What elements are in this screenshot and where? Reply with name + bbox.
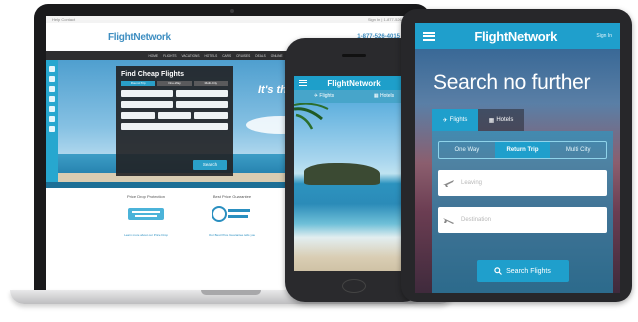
trip-type-selector: One Way Return Trip Multi City (438, 141, 607, 159)
tablet-app-bar: FlightNetwork Sign In (415, 23, 620, 49)
departure-plane-icon (443, 180, 454, 187)
nav-item[interactable]: DEALS (255, 54, 265, 58)
tablet-device: FlightNetwork Sign In Search no further … (401, 9, 632, 302)
form-trip-tabs: Round-Trip One-Way Multi-City (121, 81, 228, 86)
palm-frond-icon (294, 103, 329, 130)
price-drop-badge-icon (128, 208, 164, 220)
hotel-icon: ▦ (488, 117, 495, 124)
from-field[interactable] (121, 90, 173, 97)
trip-one-way[interactable]: One Way (439, 142, 495, 158)
tab-flights-label: Flights (319, 93, 335, 99)
topbar-links[interactable]: Help Contact (52, 16, 75, 23)
best-price-badge-icon (211, 206, 250, 222)
nav-item[interactable]: CARS (222, 54, 231, 58)
tab-flights[interactable]: ✈ Flights (294, 90, 354, 103)
nav-item[interactable]: HOTELS (204, 54, 217, 58)
tab-flights-label: Flights (449, 117, 468, 123)
tab-one-way[interactable]: One-Way (157, 81, 192, 86)
tablet-heading: Search no further (433, 71, 591, 94)
feature-price-drop[interactable]: Price Drop Protection Learn more about o… (114, 194, 178, 237)
feature-caption: Learn more about our Price Drop (124, 233, 168, 237)
nav-item[interactable]: ONLINE (271, 54, 283, 58)
plane-icon: ✈ (442, 117, 448, 124)
tab-hotels-label: Hotels (379, 93, 395, 99)
laptop-camera (230, 9, 234, 13)
rock-island (304, 163, 380, 185)
search-flights-label: Search Flights (506, 267, 551, 275)
trip-return[interactable]: Return Trip (494, 142, 551, 158)
class-select[interactable] (194, 112, 229, 119)
nav-item[interactable]: HOME (149, 54, 159, 58)
search-flights-button[interactable]: Search Flights (476, 260, 569, 282)
social-sidebar (46, 60, 58, 182)
social-icon[interactable] (49, 66, 55, 72)
tab-round-trip[interactable]: Round-Trip (121, 81, 156, 86)
phone-app-bar: FlightNetwork (294, 76, 414, 90)
social-icon[interactable] (49, 106, 55, 112)
site-topbar: Help Contact Sign In | 1-877-526-4015 (46, 16, 418, 23)
flight-search-panel: One Way Return Trip Multi City Leaving D… (432, 131, 613, 293)
beach-photo (294, 103, 414, 271)
destination-input[interactable]: Destination (438, 207, 607, 233)
depart-date-field[interactable] (121, 101, 173, 108)
social-icon[interactable] (49, 86, 55, 92)
phone-home-button[interactable] (342, 279, 366, 293)
laptop-notch (201, 290, 261, 295)
nav-item[interactable]: FLIGHTS (163, 54, 176, 58)
social-icon[interactable] (49, 96, 55, 102)
phone-speaker (342, 54, 366, 57)
tab-hotels-label: Hotels (496, 117, 514, 123)
trip-multi-city[interactable]: Multi City (550, 142, 606, 158)
adults-select[interactable] (121, 112, 155, 119)
tab-flights[interactable]: ✈ Flights (432, 109, 478, 131)
leaving-placeholder: Leaving (461, 180, 483, 186)
options-field[interactable] (121, 123, 228, 130)
site-logo[interactable]: FlightNetwork (108, 32, 171, 43)
social-icon[interactable] (49, 76, 55, 82)
feature-best-price[interactable]: Best Price Guarantee Our Best Price Guar… (200, 194, 264, 237)
feature-caption: Our Best Price Guarantee tells you (208, 233, 256, 237)
sign-in-link[interactable]: Sign In (596, 33, 612, 39)
search-button[interactable]: Search (193, 160, 227, 170)
menu-icon[interactable] (299, 80, 307, 86)
search-icon (494, 267, 503, 275)
arrival-plane-icon (443, 218, 454, 224)
tablet-screen: FlightNetwork Sign In Search no further … (415, 23, 620, 293)
to-field[interactable] (176, 90, 228, 97)
phone-screen: FlightNetwork ✈ Flights ▦ Hotels (294, 76, 414, 271)
tab-hotels[interactable]: ▦ Hotels (478, 109, 524, 131)
destination-placeholder: Destination (461, 217, 492, 223)
children-select[interactable] (157, 112, 192, 119)
tab-multi-city[interactable]: Multi-City (193, 81, 228, 86)
social-icon[interactable] (49, 116, 55, 122)
flight-search-form: Find Cheap Flights Round-Trip One-Way Mu… (116, 66, 233, 176)
menu-icon[interactable] (423, 31, 435, 41)
phone-tabs: ✈ Flights ▦ Hotels (294, 90, 414, 103)
feature-title: Price Drop Protection (126, 194, 165, 199)
feature-title: Best Price Guarantee (212, 194, 252, 199)
tablet-logo[interactable]: FlightNetwork (435, 29, 596, 44)
return-date-field[interactable] (176, 101, 228, 108)
nav-item[interactable]: VACATIONS (182, 54, 200, 58)
social-icon[interactable] (49, 126, 55, 132)
tablet-tabs: ✈ Flights ▦ Hotels (432, 109, 620, 131)
phone-logo[interactable]: FlightNetwork (307, 79, 401, 88)
nav-item[interactable]: CRUISES (236, 54, 250, 58)
form-title: Find Cheap Flights (121, 71, 184, 78)
leaving-input[interactable]: Leaving (438, 170, 607, 196)
